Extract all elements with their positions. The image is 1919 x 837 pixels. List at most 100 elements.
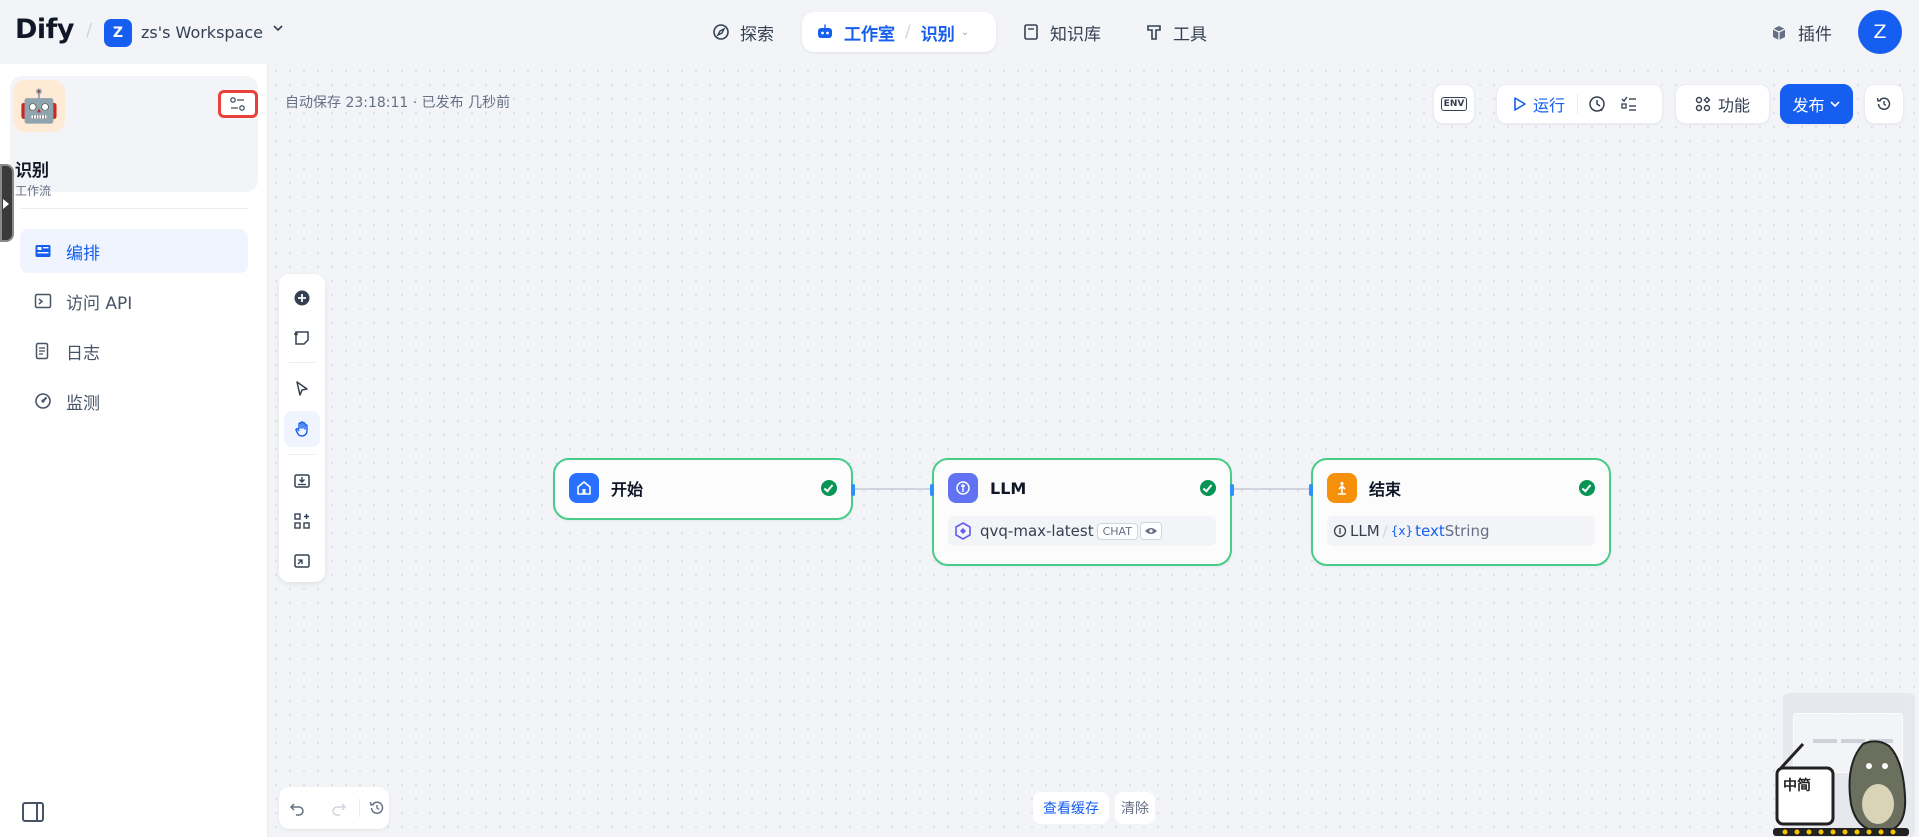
- node-title: 开始: [611, 480, 644, 499]
- toolbox-divider: [289, 454, 315, 455]
- export-image-icon[interactable]: [284, 463, 320, 499]
- clear-cache-button[interactable]: 清除: [1115, 792, 1155, 824]
- app-type: 工作流: [15, 184, 52, 198]
- features-button[interactable]: 功能: [1675, 84, 1770, 124]
- view-cache-button[interactable]: 查看缓存: [1033, 792, 1109, 824]
- checklist-icon[interactable]: [1620, 95, 1638, 113]
- edge-start-llm[interactable]: [853, 488, 933, 490]
- features-label: 功能: [1717, 96, 1750, 115]
- layout-icon: [34, 242, 52, 260]
- env-variables-button[interactable]: ENV: [1433, 84, 1475, 124]
- sidebar-item-logs[interactable]: 日志: [20, 329, 248, 373]
- nav-tools-label: 工具: [1173, 24, 1207, 45]
- canvas-toolbox: [279, 274, 325, 582]
- hand-icon[interactable]: [284, 411, 320, 447]
- nav-explore-label: 探索: [740, 24, 774, 45]
- home-icon: [569, 473, 599, 503]
- chevron-down-icon: [1829, 98, 1841, 110]
- end-node[interactable]: 结束 LLM / {x} text String: [1309, 458, 1611, 566]
- success-check-icon: [1200, 480, 1216, 496]
- success-check-icon: [1579, 480, 1595, 496]
- expand-panel-handle[interactable]: [0, 164, 14, 242]
- node-input-handle[interactable]: [1309, 484, 1313, 496]
- sidebar-item-label: 编排: [66, 243, 100, 264]
- logo-text: Dify: [15, 14, 75, 45]
- node-header: 结束: [1313, 460, 1609, 516]
- llm-small-icon: [1333, 524, 1347, 538]
- workspace-avatar[interactable]: Z: [104, 19, 132, 47]
- nav-explore[interactable]: 探索: [712, 12, 774, 52]
- variable-x-icon: {x}: [1390, 524, 1414, 538]
- minimap-toggle-icon[interactable]: [284, 543, 320, 579]
- output-variable[interactable]: LLM / {x} text String: [1327, 516, 1595, 546]
- node-output-handle[interactable]: [1230, 484, 1234, 496]
- pointer-icon[interactable]: [284, 371, 320, 407]
- run-button[interactable]: 运行: [1513, 92, 1565, 116]
- workflow-canvas[interactable]: 自动保存 23:18:11 · 已发布 几秒前 ENV 运行 功能 发布 查看缓…: [269, 64, 1919, 837]
- plugins-label: 插件: [1798, 25, 1832, 45]
- toolbox-divider: [289, 362, 315, 363]
- sidebar-item-label: 访问 API: [66, 293, 133, 314]
- toolbar-divider: [1577, 94, 1579, 114]
- sidebar-item-monitoring[interactable]: 监测: [20, 379, 248, 423]
- end-flag-icon: [1327, 473, 1357, 503]
- user-avatar[interactable]: Z: [1858, 10, 1902, 54]
- publish-button[interactable]: 发布: [1780, 84, 1853, 124]
- nav-tools[interactable]: 工具: [1145, 12, 1207, 52]
- app-sidebar: 🤖 识别 工作流 编排 访问 API 日志 监测: [0, 64, 268, 837]
- variable-source: LLM: [1350, 522, 1380, 540]
- features-icon: [1695, 96, 1711, 112]
- sidebar-item-label: 日志: [66, 343, 100, 364]
- redo-icon[interactable]: [329, 798, 349, 818]
- nav-current-app[interactable]: 识别: [921, 20, 955, 45]
- autosave-status: 自动保存 23:18:11 · 已发布 几秒前: [285, 95, 511, 111]
- run-history-icon[interactable]: [1588, 95, 1606, 113]
- node-input-handle[interactable]: [930, 484, 934, 496]
- robot-icon: [816, 23, 834, 41]
- plugins-button[interactable]: 插件: [1770, 20, 1832, 45]
- add-note-icon[interactable]: [284, 320, 320, 356]
- top-header: Dify / Z zs's Workspace 探索 工作室 / 识别 ⌄ 知识…: [0, 0, 1919, 64]
- run-label: 运行: [1533, 96, 1566, 115]
- llm-brain-icon: [948, 473, 978, 503]
- svg-text:中简: 中简: [1783, 777, 1811, 794]
- dify-logo[interactable]: Dify: [15, 14, 75, 45]
- model-selector[interactable]: qvq-max-latest CHAT: [948, 516, 1216, 546]
- variable-type: String: [1444, 522, 1490, 540]
- nav-studio[interactable]: 工作室 / 识别 ⌄: [802, 12, 996, 52]
- header-slash-divider: /: [86, 20, 93, 41]
- model-mode-badge: CHAT: [1096, 522, 1138, 540]
- undo-redo-bar: [279, 787, 389, 829]
- nav-knowledge[interactable]: 知识库: [1022, 12, 1101, 52]
- file-list-icon: [34, 342, 52, 360]
- start-node[interactable]: 开始: [553, 458, 855, 520]
- add-node-icon[interactable]: [284, 280, 320, 316]
- chevron-down-icon[interactable]: [272, 22, 284, 37]
- sidebar-item-api[interactable]: 访问 API: [20, 279, 248, 323]
- model-name: qvq-max-latest: [980, 522, 1094, 540]
- organize-blocks-icon[interactable]: [284, 503, 320, 539]
- app-settings-button[interactable]: [218, 90, 258, 118]
- hammer-icon: [1145, 23, 1163, 41]
- workspace-name[interactable]: zs's Workspace: [141, 23, 263, 42]
- vision-eye-icon: [1139, 522, 1162, 540]
- mascot-sticker-icon: 中简: [1773, 724, 1909, 837]
- dashboard-icon: [34, 392, 52, 410]
- node-header: 开始: [555, 460, 851, 516]
- breadcrumb-separator: /: [905, 22, 911, 42]
- chevron-down-icon[interactable]: ⌄: [961, 27, 969, 38]
- edit-history-icon[interactable]: [367, 798, 387, 818]
- llm-node[interactable]: LLM qvq-max-latest CHAT: [930, 458, 1234, 566]
- node-output-handle[interactable]: [851, 484, 855, 496]
- play-icon: [1513, 96, 1527, 112]
- undo-icon[interactable]: [287, 798, 307, 818]
- variable-name: text: [1415, 522, 1445, 540]
- edge-llm-end[interactable]: [1231, 488, 1311, 490]
- app-name: 识别: [15, 161, 49, 181]
- nav-studio-label: 工作室: [844, 24, 895, 45]
- undo-divider: [359, 799, 360, 817]
- qwen-model-icon: [954, 522, 972, 540]
- sidebar-toggle-icon[interactable]: [22, 802, 44, 822]
- sidebar-item-orchestrate[interactable]: 编排: [20, 229, 248, 273]
- version-history-button[interactable]: [1864, 84, 1904, 124]
